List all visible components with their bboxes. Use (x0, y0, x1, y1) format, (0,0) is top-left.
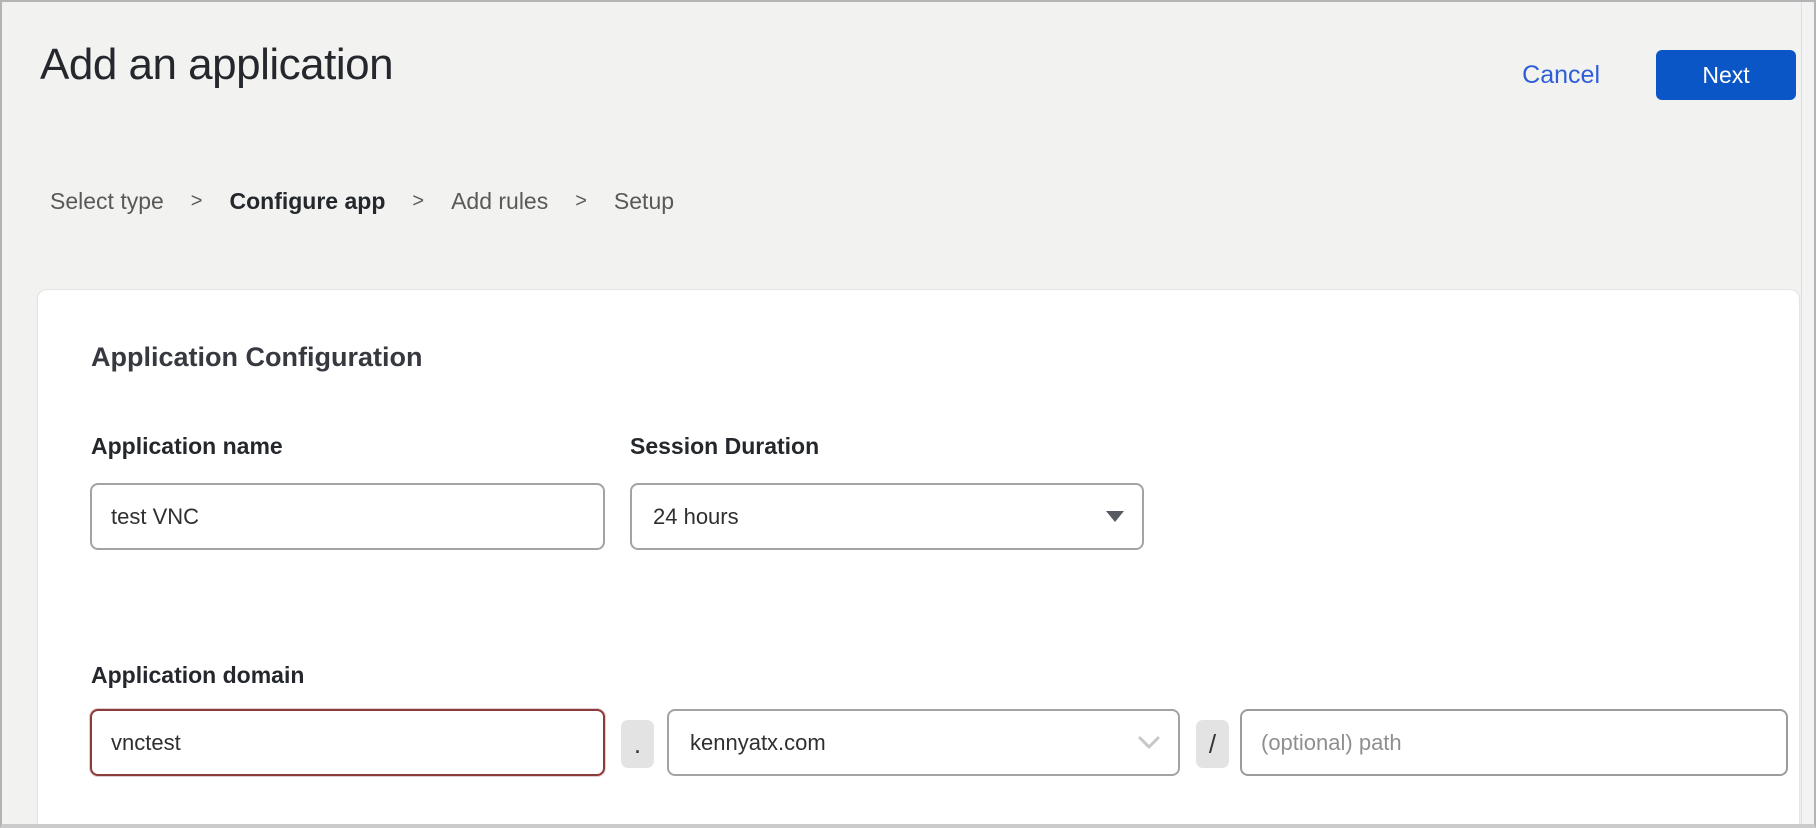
path-input[interactable] (1240, 709, 1788, 776)
breadcrumb-step-setup[interactable]: Setup (614, 188, 674, 215)
session-duration-value: 24 hours (653, 504, 1096, 530)
breadcrumb-step-select-type[interactable]: Select type (50, 188, 164, 215)
application-configuration-card: Application Configuration Application na… (37, 289, 1800, 828)
breadcrumb-step-add-rules[interactable]: Add rules (451, 188, 548, 215)
session-duration-label: Session Duration (630, 433, 819, 460)
slash-separator: / (1196, 720, 1229, 768)
section-title: Application Configuration (91, 342, 422, 373)
triangle-down-icon (1106, 511, 1124, 522)
domain-select-value: kennyatx.com (690, 730, 1128, 756)
add-application-page: Add an application Cancel Next Select ty… (0, 0, 1816, 828)
vertical-scrollbar[interactable] (1801, 2, 1814, 824)
breadcrumb-separator: > (412, 190, 424, 213)
application-name-label: Application name (91, 433, 283, 460)
cancel-button[interactable]: Cancel (1522, 61, 1600, 90)
header-actions: Cancel Next (1522, 50, 1796, 100)
page-title: Add an application (40, 40, 393, 90)
breadcrumb: Select type > Configure app > Add rules … (50, 188, 674, 215)
dot-separator: . (621, 720, 654, 768)
application-domain-label: Application domain (91, 662, 304, 689)
next-button[interactable]: Next (1656, 50, 1796, 100)
subdomain-input[interactable] (90, 709, 605, 776)
breadcrumb-separator: > (191, 190, 203, 213)
chevron-down-icon (1138, 736, 1160, 750)
application-name-input[interactable] (90, 483, 605, 550)
domain-select[interactable]: kennyatx.com (667, 709, 1180, 776)
session-duration-select[interactable]: 24 hours (630, 483, 1144, 550)
breadcrumb-step-configure-app[interactable]: Configure app (229, 188, 385, 215)
breadcrumb-separator: > (575, 190, 587, 213)
